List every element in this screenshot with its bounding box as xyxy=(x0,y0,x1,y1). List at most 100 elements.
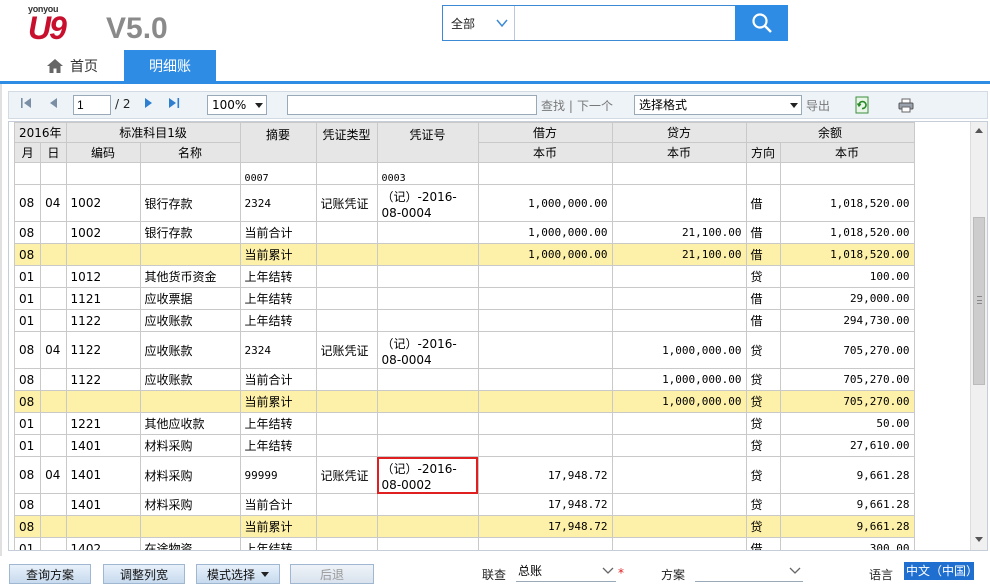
format-select[interactable]: 选择格式 xyxy=(634,95,802,115)
header-balance: 余额 xyxy=(745,122,915,143)
cell-voucher-type xyxy=(315,265,378,288)
cell-voucher-type xyxy=(315,537,378,550)
export-link[interactable]: 导出 xyxy=(806,97,830,114)
table-row[interactable]: 01 1122 应收账款 上年结转 借 294,730.00 xyxy=(13,309,915,332)
table-row[interactable]: 08 1002 银行存款 当前合计 1,000,000.00 21,100.00 借 1,01… xyxy=(13,221,915,244)
table-row[interactable]: 01 1012 其他货币资金 上年结转 贷 100.00 xyxy=(13,265,915,288)
cell-direction: 借 xyxy=(745,287,781,310)
cell-summary: 2324 xyxy=(239,331,317,369)
page-number-input[interactable] xyxy=(73,95,111,115)
mode-select-button[interactable]: 模式选择 xyxy=(196,564,280,584)
table-row[interactable]: 08 04 1122 应收账款 2324 记账凭证 （记）-2016-08-0004 1,00… xyxy=(13,331,915,369)
cell-month: 08 xyxy=(13,515,42,538)
scroll-thumb[interactable] xyxy=(973,217,985,385)
table-row[interactable]: 08 1401 材料采购 当前合计 17,948.72 贷 9,661.28 xyxy=(13,493,915,516)
cell-voucher-no xyxy=(376,243,479,266)
cell-balance: 1,018,520.00 xyxy=(779,243,915,266)
table-row[interactable]: 08 当前累计 1,000,000.00 21,100.00 借 1,018,520.00 xyxy=(13,243,915,266)
cell-code: 1002 xyxy=(65,221,141,244)
cell-month: 01 xyxy=(13,434,42,457)
cell-month: 08 xyxy=(13,493,42,516)
refresh-icon[interactable] xyxy=(854,96,872,114)
print-icon[interactable] xyxy=(897,96,915,114)
table-row[interactable]: 08 当前累计 17,948.72 贷 9,661.28 xyxy=(13,515,915,538)
next-page-icon[interactable] xyxy=(141,96,155,110)
cell-name: 应收账款 xyxy=(139,309,241,332)
cell-credit xyxy=(611,309,747,332)
linked-query-value: 总账 xyxy=(518,564,543,578)
cell-debit: 17,948.72 xyxy=(477,456,613,494)
cell-debit: 1,000,000.00 xyxy=(477,243,613,266)
table-row[interactable]: 01 1221 其他应收款 上年结转 贷 50.00 xyxy=(13,412,915,435)
table-row[interactable]: 08 当前累计 1,000,000.00 贷 705,270.00 xyxy=(13,390,915,413)
cell-summary: 99999 xyxy=(239,456,317,494)
cell-debit xyxy=(477,412,613,435)
cell-code: 1002 xyxy=(65,184,141,222)
cell-voucher-type: 记账凭证 xyxy=(315,184,378,222)
first-page-icon[interactable] xyxy=(19,96,33,110)
scroll-down-icon[interactable] xyxy=(975,537,983,542)
cell-name xyxy=(139,243,241,266)
cell-voucher-no xyxy=(376,537,479,550)
app-header: yonyou U9 V5.0 全部 首页 明细账 xyxy=(0,0,990,84)
global-search: 全部 xyxy=(442,5,788,41)
cell-debit: 1,000,000.00 xyxy=(477,221,613,244)
ledger-table: 2016年 标准科目1级 摘要 凭证类型 凭证号 借方 贷方 余额 月 日 编码… xyxy=(13,122,915,550)
table-row[interactable]: 01 1401 材料采购 上年结转 贷 27,610.00 xyxy=(13,434,915,457)
search-scope-select[interactable]: 全部 xyxy=(443,6,515,40)
cell-direction: 贷 xyxy=(745,493,781,516)
cell-voucher-no[interactable]: （记）-2016-08-0004 xyxy=(376,331,479,369)
cell-direction: 贷 xyxy=(745,434,781,457)
cell-voucher-type xyxy=(315,434,378,457)
cell-voucher-type xyxy=(315,493,378,516)
cell-code: 1402 xyxy=(65,537,141,550)
cell-voucher-no[interactable]: （记）-2016-08-0004 xyxy=(376,184,479,222)
last-page-icon[interactable] xyxy=(167,96,181,110)
cell-debit: 17,948.72 xyxy=(477,493,613,516)
adjust-columns-button[interactable]: 调整列宽 xyxy=(103,564,185,584)
zoom-value: 100% xyxy=(212,98,247,112)
cell-voucher-type xyxy=(315,287,378,310)
search-button[interactable] xyxy=(735,5,788,41)
search-input[interactable] xyxy=(516,6,734,40)
cell-code: 1121 xyxy=(65,287,141,310)
table-row[interactable]: 01 1121 应收票据 上年结转 借 29,000.00 xyxy=(13,287,915,310)
cell-name: 材料采购 xyxy=(139,493,241,516)
cell-summary: 当前合计 xyxy=(239,368,317,391)
cell-debit: 17,948.72 xyxy=(477,515,613,538)
scheme-label: 方案 xyxy=(661,568,686,582)
table-row[interactable]: 08 04 1002 银行存款 2324 记账凭证 （记）-2016-08-0004 1,00… xyxy=(13,184,915,222)
cell-balance: 9,661.28 xyxy=(779,515,915,538)
cell-code: 1221 xyxy=(65,412,141,435)
table-row[interactable]: 08 1122 应收账款 当前合计 1,000,000.00 贷 705,270.00 xyxy=(13,368,915,391)
cell-credit: 21,100.00 xyxy=(611,221,747,244)
find-next-link[interactable]: 下一个 xyxy=(577,97,613,114)
scroll-up-icon[interactable] xyxy=(975,128,983,133)
find-input[interactable] xyxy=(287,95,537,115)
find-link[interactable]: 查找 | xyxy=(541,97,573,114)
bottom-bar: 查询方案 调整列宽 模式选择 后退 联查 总账 * 方案 语言 中文（中国） xyxy=(0,556,990,588)
prev-page-icon[interactable] xyxy=(47,96,61,110)
scheme-select[interactable] xyxy=(695,562,803,582)
cell-code: 1401 xyxy=(65,493,141,516)
vertical-scrollbar[interactable] xyxy=(970,122,987,550)
cell-voucher-no: 0003 xyxy=(376,162,479,185)
header-voucher-no: 凭证号 xyxy=(376,122,479,163)
tab-home-label: 首页 xyxy=(70,58,98,75)
caret-down-icon xyxy=(261,571,269,577)
zoom-select[interactable]: 100% xyxy=(207,95,267,115)
tab-home[interactable]: 首页 xyxy=(38,50,122,81)
cell-summary: 当前累计 xyxy=(239,515,317,538)
back-button[interactable]: 后退 xyxy=(290,564,374,584)
tab-detail-ledger[interactable]: 明细账 xyxy=(124,50,216,81)
table-row[interactable]: 08 04 1401 材料采购 99999 记账凭证 （记）-2016-08-0002 17,… xyxy=(13,456,915,494)
cell-credit: 21,100.00 xyxy=(611,243,747,266)
table-row[interactable]: 01 1402 在途物资 上年结转 借 300.00 xyxy=(13,537,915,550)
linked-query-select[interactable]: 总账 xyxy=(516,562,616,582)
query-plan-button[interactable]: 查询方案 xyxy=(9,564,91,584)
cell-summary: 上年结转 xyxy=(239,434,317,457)
cell-month: 01 xyxy=(13,537,42,550)
cell-day: 04 xyxy=(40,184,67,222)
cell-voucher-no[interactable]: （记）-2016-08-0002 xyxy=(376,456,479,494)
language-select[interactable]: 中文（中国） xyxy=(904,562,974,580)
